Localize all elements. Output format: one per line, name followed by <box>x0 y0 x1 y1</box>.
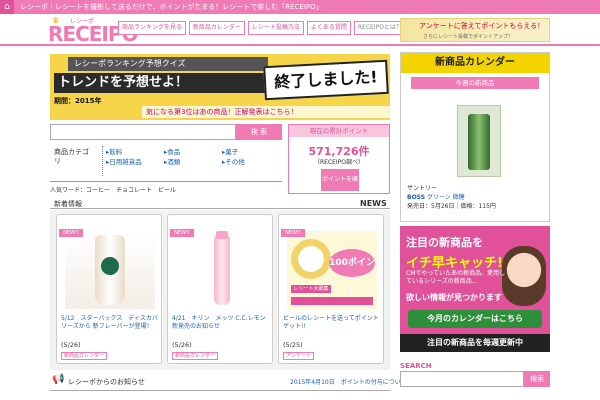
category-item-drinks[interactable]: ▸飲料 <box>106 146 122 156</box>
quiz-period: 期間：2015年 <box>54 97 102 105</box>
category-item-label: 食品 <box>167 148 181 156</box>
campaign-points: 100ポイント <box>329 249 375 296</box>
category-label: 商品カテゴリ <box>54 148 89 165</box>
header: ♛ レシーポ RECEIPO 商品ランキングを見る 新商品カレンダー レシート投… <box>0 14 600 46</box>
header-nav: 商品ランキングを見る 新商品カレンダー レシート投稿方法 よくある質問 RECE… <box>118 21 406 35</box>
category-item-label: 酒類 <box>167 158 181 166</box>
new-badge: NEW!! <box>281 229 305 237</box>
notice-row: 📢 レシーポからのお知らせ 2015年4月10日 ポイントの付与について <box>50 374 407 388</box>
top-bar-text: レシーポ｜レシートを撮影して送るだけで、ポイントがたまる！レシートで楽しむ「RE… <box>20 3 323 11</box>
notice-divider <box>50 390 390 391</box>
product-brand: BOSS <box>407 194 426 201</box>
category-item-sweets[interactable]: ▸菓子 <box>222 146 238 156</box>
product-image[interactable] <box>457 105 501 177</box>
coffee-can-icon <box>468 114 490 170</box>
product-variant: グリーン 微糖 <box>426 194 465 201</box>
news-card[interactable]: 100ポイント レシート大募集 NEW!! ビールのレシートを送ってポイントゲッ… <box>278 214 384 364</box>
category-item-label: 日用雑貨品 <box>109 158 142 166</box>
logo[interactable]: ♛ レシーポ RECEIPO <box>48 16 139 46</box>
news-card[interactable]: NEW!! 4/21 キリン メッツ C.C.レモン 新発売のお知らせ (5/2… <box>167 214 273 364</box>
category-item-alcohol[interactable]: ▸酒類 <box>164 156 180 166</box>
campaign-label: レシート大募集 <box>291 285 331 293</box>
news-card-tag[interactable]: 新商品カレンダー <box>172 352 219 360</box>
calendar-title: 新商品カレンダー <box>401 53 549 73</box>
news-panel: NEW!! 5/12 スターバックス ディスカバリーズから 新フレーバーが登場！… <box>50 210 390 370</box>
product-maker: サントリー <box>407 185 438 192</box>
points-source: （RECEIPO調べ） <box>313 159 365 166</box>
woman-photo <box>502 246 546 306</box>
calendar-widget: 新商品カレンダー 今週の新商品 サントリー BOSS グリーン 微糖 発売日：5… <box>400 52 550 222</box>
category-list: 商品カテゴリ ▸飲料 ▸食品 ▸菓子 ▸日用雑貨品 ▸酒類 ▸その他 <box>50 144 282 178</box>
quiz-banner[interactable]: レシーポランキング予想クイズ トレンドを予想せよ！ 終了しました! 期間：201… <box>50 54 390 120</box>
nav-how-to[interactable]: レシート投稿方法 <box>247 21 304 35</box>
news-card-date: (5/26) <box>172 341 192 349</box>
search-button[interactable]: 検 索 <box>236 124 282 140</box>
lemon-drink-image <box>176 231 266 309</box>
search-row: 検 索 <box>50 124 282 140</box>
ad-line1: アンケートに答えてポイントもらえる！ <box>419 22 545 30</box>
category-item-label: 飲料 <box>109 148 123 156</box>
category-item-food[interactable]: ▸食品 <box>164 146 180 156</box>
news-card-title[interactable]: 5/12 スターバックス ディスカバリーズから 新フレーバーが登場！ <box>61 315 159 331</box>
category-item-other[interactable]: ▸その他 <box>222 156 245 166</box>
nav-about[interactable]: RECEIPOとは？ <box>353 21 406 35</box>
category-item-goods[interactable]: ▸日用雑貨品 <box>106 156 142 166</box>
quiz-label: レシーポランキング予想クイズ <box>68 57 268 71</box>
promo-line4: 欲しい情報が見つかります <box>406 293 502 302</box>
category-item-label: その他 <box>225 158 245 166</box>
quiz-headline: トレンドを予想せよ！ <box>54 73 284 93</box>
top-bar: ⌂ レシーポ｜レシートを撮影して送るだけで、ポイントがたまる！レシートで楽しむ「… <box>0 0 600 14</box>
quiz-ended-stamp: 終了しました! <box>263 59 389 101</box>
nav-faq[interactable]: よくある質問 <box>306 21 351 35</box>
promo-line3: CMでやっていたあの新商品、愛用しているシリーズの新商品… <box>406 270 506 285</box>
search-input[interactable] <box>50 124 236 140</box>
sidebar-search-label: SEARCH <box>400 362 432 370</box>
product-name[interactable]: BOSS グリーン 微糖 <box>407 192 465 201</box>
news-card-date: (5/25) <box>283 341 303 349</box>
sidebar-search-button[interactable]: 検索 <box>524 371 550 387</box>
sidebar-search-input[interactable] <box>400 371 524 387</box>
calendar-sub: 今週の新商品 <box>411 77 539 89</box>
news-card-tag[interactable]: アンケート <box>283 352 315 360</box>
calendar-promo-banner[interactable]: 注目の新商品を イチ早キャッチ! CMでやっていたあの新商品、愛用しているシリー… <box>400 226 550 352</box>
promo-line1: 注目の新商品を <box>406 236 483 249</box>
nav-calendar[interactable]: 新商品カレンダー <box>188 21 245 35</box>
points-box: 現在の累計ポイント 571,726件 （RECEIPO調べ） ポイントを確認する <box>288 124 390 205</box>
megaphone-icon: 📢 <box>52 374 65 385</box>
news-card-title[interactable]: ビールのレシートを送ってポイントゲット!! <box>283 315 381 331</box>
quiz-result-link[interactable]: 気になる第3位はあの商品！正解発表はこちら！ <box>142 106 390 118</box>
news-card-date: (5/26) <box>61 341 81 349</box>
category-item-label: 菓子 <box>225 148 239 156</box>
category-divider <box>102 146 103 176</box>
header-ad-banner[interactable]: アンケートに答えてポイントもらえる！ さらにレシート投稿でポイントアップ！ <box>400 18 550 42</box>
ad-line2: さらにレシート投稿でポイントアップ！ <box>423 34 514 40</box>
beer-campaign-image: 100ポイント レシート大募集 <box>287 231 377 309</box>
notice-link[interactable]: 2015年4月10日 ポイントの付与について <box>290 377 407 386</box>
new-badge: NEW!! <box>170 229 194 237</box>
points-header: 現在の累計ポイント <box>289 125 389 137</box>
promo-footer: 注目の新商品を毎週更新中 <box>400 334 550 352</box>
product-meta: 発売日：5月26日｜価格：115円 <box>407 203 496 210</box>
news-divider <box>50 208 390 209</box>
new-badge: NEW!! <box>59 229 83 237</box>
news-label: NEWS <box>360 199 387 208</box>
notice-title: レシーポからのお知らせ <box>68 378 145 386</box>
promo-line2: イチ早キャッチ! <box>406 256 503 271</box>
points-button[interactable]: ポイントを確認する <box>321 169 359 205</box>
news-card-tag[interactable]: 新商品カレンダー <box>61 352 108 360</box>
home-icon[interactable]: ⌂ <box>0 0 14 14</box>
nav-ranking[interactable]: 商品ランキングを見る <box>118 21 186 35</box>
news-card[interactable]: NEW!! 5/12 スターバックス ディスカバリーズから 新フレーバーが登場！… <box>56 214 162 364</box>
news-card-title[interactable]: 4/21 キリン メッツ C.C.レモン 新発売のお知らせ <box>172 315 270 331</box>
starbucks-drink-image <box>65 231 155 309</box>
promo-cta-button[interactable]: 今月のカレンダーはこちら <box>408 310 542 328</box>
popular-words[interactable]: 人気ワード：コーヒー チョコレート ビール <box>50 181 282 194</box>
